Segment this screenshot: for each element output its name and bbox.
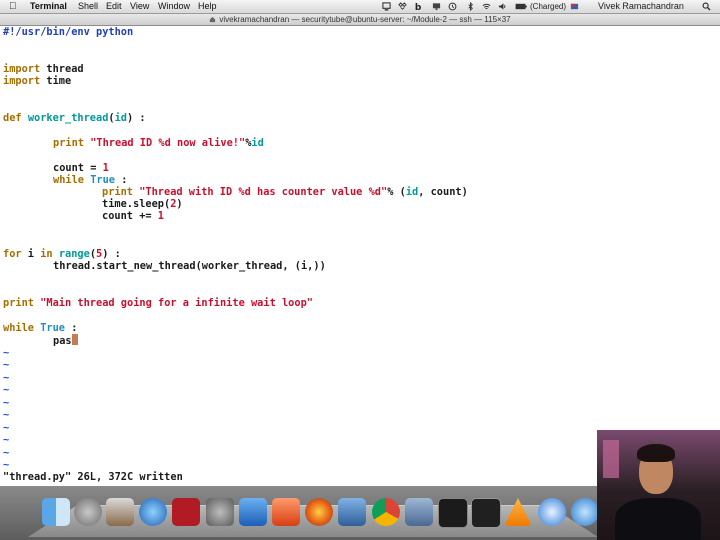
empty-line-marker: ~	[3, 409, 10, 421]
wall-art	[603, 440, 619, 478]
bluetooth-b-icon[interactable]: b	[414, 2, 423, 11]
menu-bar:  Terminal Shell Edit View Window Help b…	[0, 0, 720, 14]
word-icon[interactable]	[239, 498, 267, 526]
terminal-icon[interactable]	[438, 498, 468, 528]
home-icon	[210, 16, 216, 23]
code-line-12: count = 1	[53, 162, 109, 174]
itunes-icon[interactable]	[139, 498, 167, 526]
code-line-1: #!/usr/bin/env python	[3, 26, 134, 38]
wifi-icon[interactable]	[482, 2, 491, 11]
code-line-26: pas	[53, 334, 78, 347]
window-title: vivekramachandran — securitytube@ubuntu-…	[219, 15, 511, 24]
code-line-19: for i in range(5) :	[3, 248, 121, 260]
photobooth-icon[interactable]	[172, 498, 200, 526]
safari-icon[interactable]	[538, 498, 566, 526]
menu-help[interactable]: Help	[198, 0, 217, 13]
menu-shell[interactable]: Shell	[78, 0, 98, 13]
empty-line-marker: ~	[3, 434, 10, 446]
empty-line-marker: ~	[3, 372, 10, 384]
menu-edit[interactable]: Edit	[106, 0, 122, 13]
empty-line-marker: ~	[3, 459, 10, 471]
monitor-icon[interactable]	[432, 2, 441, 11]
code-line-16: count += 1	[102, 210, 164, 222]
code-line-23: print "Main thread going for a infinite …	[3, 297, 313, 309]
firefox-icon[interactable]	[305, 498, 333, 526]
empty-line-marker: ~	[3, 447, 10, 459]
empty-line-marker: ~	[3, 384, 10, 396]
empty-line-marker: ~	[3, 347, 10, 359]
screen-icon[interactable]	[382, 2, 391, 11]
timemachine-icon[interactable]	[448, 2, 457, 11]
presenter-hair	[637, 444, 675, 462]
system-preferences-icon[interactable]	[206, 498, 234, 526]
code-line-8: def worker_thread(id) :	[3, 112, 146, 124]
code-line-5: import time	[3, 75, 72, 87]
empty-line-marker: ~	[3, 422, 10, 434]
apple-icon[interactable]: 	[9, 0, 17, 13]
bluetooth-icon[interactable]	[466, 2, 475, 11]
user-name[interactable]: Vivek Ramachandran	[598, 0, 684, 13]
volume-icon[interactable]	[498, 2, 507, 11]
battery-status: (Charged)	[530, 2, 567, 11]
menu-view[interactable]: View	[130, 0, 149, 13]
code-line-10: print "Thread ID %d now alive!"%id	[53, 137, 264, 149]
svg-text:b: b	[415, 3, 422, 11]
menu-window[interactable]: Window	[158, 0, 190, 13]
launchpad-icon[interactable]	[74, 498, 102, 526]
finder-icon[interactable]	[42, 498, 70, 526]
code-line-20: thread.start_new_thread(worker_thread, (…	[53, 260, 326, 272]
code-line-4: import thread	[3, 63, 84, 75]
empty-line-marker: ~	[3, 359, 10, 371]
dropbox-icon[interactable]	[398, 2, 407, 11]
code-line-13: while True :	[53, 174, 128, 186]
presenter-shirt	[615, 498, 701, 540]
utility-icon[interactable]	[405, 498, 433, 526]
powerpoint-icon[interactable]	[272, 498, 300, 526]
preview-icon[interactable]	[106, 498, 134, 526]
virtualbox-icon[interactable]	[338, 498, 366, 526]
battery-icon[interactable]	[514, 2, 528, 11]
vim-status-line: "thread.py" 26L, 372C written	[3, 471, 183, 483]
chrome-icon[interactable]	[372, 498, 400, 526]
code-line-15: time.sleep(2)	[102, 198, 183, 210]
text-cursor	[71, 334, 78, 345]
code-line-25: while True :	[3, 322, 78, 334]
code-line-14: print "Thread with ID %d has counter val…	[102, 186, 468, 198]
spotlight-search-icon[interactable]	[702, 2, 711, 11]
terminal-content[interactable]: #!/usr/bin/env python import thread impo…	[0, 26, 720, 486]
flag-icon[interactable]	[570, 2, 579, 11]
display-icon[interactable]	[471, 498, 501, 528]
webcam-overlay	[597, 430, 720, 540]
menu-app-terminal[interactable]: Terminal	[30, 0, 67, 13]
app-icon[interactable]	[571, 498, 599, 526]
window-title-bar[interactable]: vivekramachandran — securitytube@ubuntu-…	[0, 14, 720, 26]
empty-line-marker: ~	[3, 397, 10, 409]
